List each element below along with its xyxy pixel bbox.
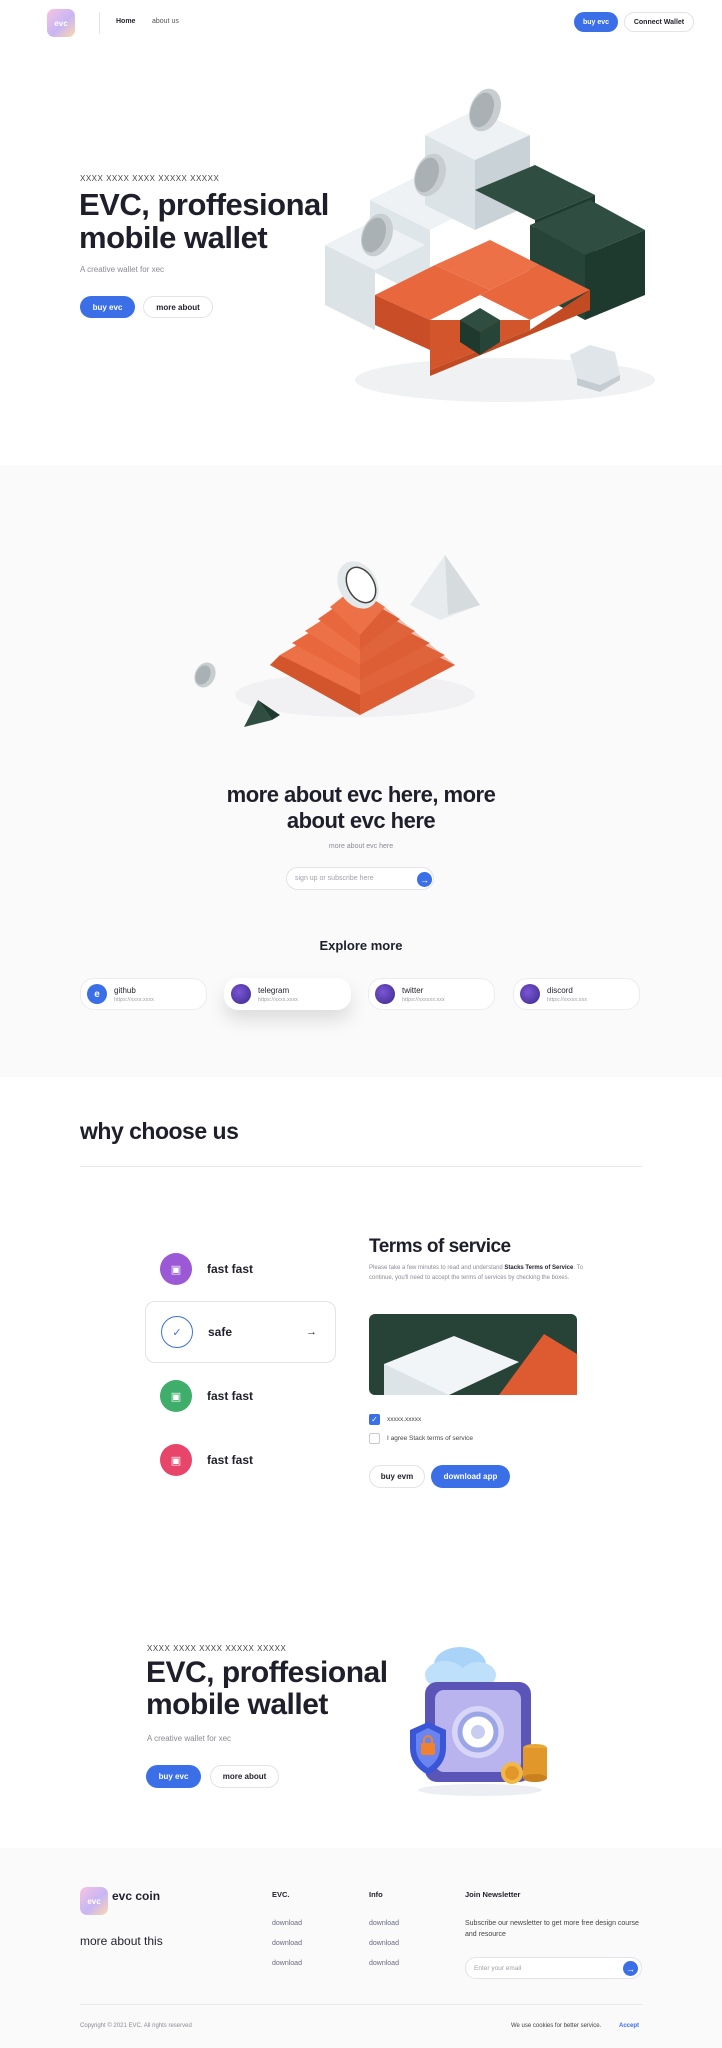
card-name: twitter [402, 985, 424, 995]
explore-title: Explore more [319, 938, 403, 953]
discord-icon [520, 984, 540, 1004]
hero-subtitle: A creative wallet for xec [80, 265, 165, 274]
hero2-title-line1: EVC, proffesional [146, 1656, 388, 1689]
about-title-line1: more about evc here, more [226, 782, 496, 807]
buy-evm-button[interactable]: buy evm [369, 1465, 425, 1488]
explore-card-telegram[interactable]: telegram https://xxxx.xxxx [224, 978, 351, 1010]
hero2-title: EVC, proffesional mobile wallet [146, 1657, 388, 1720]
connect-wallet-button[interactable]: Connect Wallet [624, 12, 694, 32]
footer-col2-title: Info [369, 1890, 383, 1899]
wallet-icon: ▣ [160, 1253, 192, 1285]
email-input[interactable]: Enter your email [474, 1965, 521, 1972]
about-title: more about evc here, more about evc here [0, 783, 722, 832]
footer-tagline: more about this [80, 1934, 163, 1948]
newsletter-title: Join Newsletter [465, 1890, 521, 1899]
stairs-illustration [194, 555, 480, 727]
wallet-icon: ▣ [160, 1444, 192, 1476]
checkbox-2[interactable] [369, 1433, 380, 1444]
feature-label: fast fast [207, 1453, 254, 1467]
hero-title: EVC, proffesional mobile wallet [79, 187, 329, 255]
explore-card-discord[interactable]: discord https://xxxxx.xxx [513, 978, 640, 1010]
hero2-buy-button[interactable]: buy evc [146, 1765, 201, 1788]
subscribe-arrow-icon[interactable]: → [417, 872, 432, 887]
hero-more-button[interactable]: more about [143, 296, 213, 318]
footer-brand: evc coin [112, 1889, 161, 1903]
cookie-text: We use cookies for better service. [511, 2023, 602, 2029]
feature-label: fast fast [207, 1389, 254, 1403]
twitter-icon [375, 984, 395, 1004]
telegram-icon [231, 984, 251, 1004]
logo-text: evc [54, 18, 68, 28]
hero2-eyebrow: XXXX XXXX XXXX XXXXX XXXXX [147, 1644, 287, 1653]
checkbox-1[interactable]: ✓ [369, 1414, 380, 1425]
hero-eyebrow: XXXX XXXX XXXX XXXXX XXXXX [80, 174, 220, 183]
terms-text-a: Please take a few minutes to read and un… [369, 1265, 505, 1271]
hero-title-line1: EVC, proffesional [79, 187, 329, 222]
footer-link[interactable]: download [369, 1960, 399, 1967]
download-app-button[interactable]: download app [431, 1465, 510, 1488]
card-url: https://xxxx.xxxx [114, 996, 155, 1003]
feature-fast-3[interactable]: ▣ fast fast [145, 1429, 336, 1491]
safe-illustration [410, 1647, 547, 1796]
feature-fast-2[interactable]: ▣ fast fast [145, 1365, 336, 1427]
checkbox-1-label: xxxxx.xxxxx [387, 1416, 422, 1423]
why-title: why choose us [80, 1118, 239, 1144]
about-title-line2: about evc here [286, 808, 436, 834]
newsletter-email-field[interactable]: Enter your email → [465, 1957, 642, 1979]
nav-home[interactable]: Home [116, 18, 135, 25]
logo[interactable]: evc [47, 9, 75, 37]
feature-safe[interactable]: ✓ safe → [145, 1301, 336, 1363]
footer-link[interactable]: download [369, 1940, 399, 1947]
card-url: https://xxxxxx.xxx [402, 996, 445, 1003]
footer-col1-title: EVC. [272, 1890, 290, 1899]
explore-card-github[interactable]: e github https://xxxx.xxxx [80, 978, 207, 1010]
checkbox-2-label: I agree Stack terms of service [387, 1435, 473, 1442]
card-name: telegram [258, 985, 290, 995]
newsletter-submit-arrow-icon[interactable]: → [623, 1961, 638, 1976]
feature-label: fast fast [207, 1262, 254, 1276]
footer [0, 1848, 722, 2048]
hero2-more-button[interactable]: more about [210, 1765, 279, 1788]
check-icon: ✓ [161, 1316, 193, 1348]
card-url: https://xxxx.xxxx [258, 996, 299, 1003]
footer-divider [80, 2004, 642, 2005]
terms-image [369, 1314, 577, 1395]
subscribe-field[interactable]: sign up or subscribe here → [286, 867, 434, 890]
footer-link[interactable]: download [272, 1920, 302, 1927]
accept-cookies-link[interactable]: Accept [619, 2023, 639, 2029]
terms-text-link[interactable]: Stacks Terms of Service [504, 1265, 573, 1271]
card-name: github [114, 985, 136, 995]
nav-about-us[interactable]: about us [152, 18, 179, 25]
hero-buy-button[interactable]: buy evc [80, 296, 135, 318]
about-subtitle: more about evc here [328, 843, 394, 850]
feature-label: safe [208, 1325, 233, 1339]
hero-title-line2: mobile wallet [79, 219, 268, 255]
feature-fast-1[interactable]: ▣ fast fast [145, 1238, 336, 1300]
arrow-right-icon: → [306, 1326, 317, 1338]
footer-link[interactable]: download [369, 1920, 399, 1927]
buy-evc-button[interactable]: buy evc [574, 12, 618, 32]
explore-card-twitter[interactable]: twitter https://xxxxxx.xxx [368, 978, 495, 1010]
wallet-icon: ▣ [160, 1380, 192, 1412]
hero2-subtitle: A creative wallet for xec [147, 1734, 232, 1743]
terms-title: Terms of service [369, 1236, 511, 1257]
header-divider [99, 12, 100, 34]
card-name: discord [547, 985, 573, 995]
subscribe-input[interactable]: sign up or subscribe here [295, 875, 374, 882]
github-icon: e [87, 984, 107, 1004]
footer-logo[interactable]: evc [80, 1887, 108, 1915]
footer-link[interactable]: download [272, 1940, 302, 1947]
terms-text: Please take a few minutes to read and un… [369, 1264, 584, 1283]
why-divider [80, 1166, 642, 1167]
hero-blocks-illustration [325, 88, 655, 402]
card-url: https://xxxxx.xxx [547, 996, 588, 1003]
newsletter-text: Subscribe our newsletter to get more fre… [465, 1920, 639, 1938]
footer-logo-text: evc [87, 1896, 101, 1906]
hero2-title-line2: mobile wallet [146, 1687, 328, 1721]
footer-link[interactable]: download [272, 1960, 302, 1967]
copyright: Copyright © 2021 EVC. All rights reserve… [80, 2023, 192, 2029]
